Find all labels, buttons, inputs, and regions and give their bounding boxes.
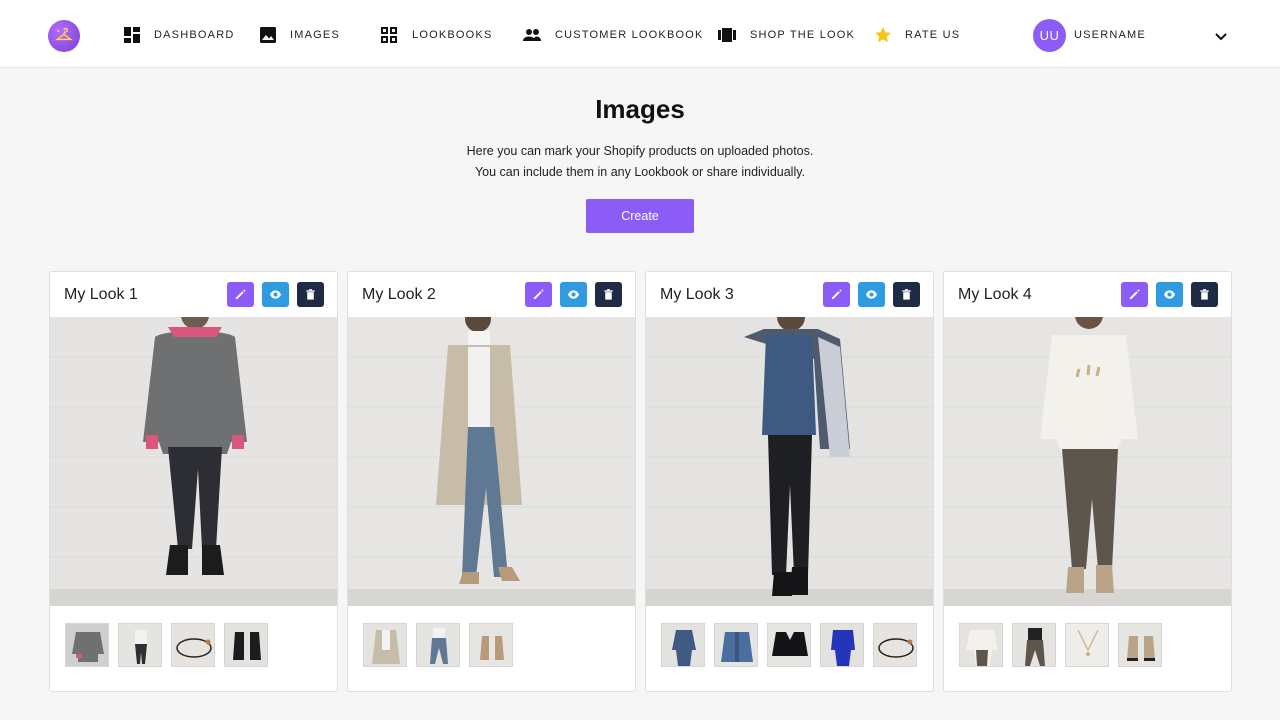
- trash-icon: [1200, 289, 1209, 300]
- eye-icon: [269, 290, 282, 299]
- nav-label: IMAGES: [290, 29, 340, 41]
- edit-button[interactable]: [823, 282, 850, 307]
- product-thumbnail[interactable]: [959, 623, 1003, 667]
- pencil-icon: [1129, 289, 1140, 300]
- pencil-icon: [533, 289, 544, 300]
- product-thumbnail[interactable]: [224, 623, 268, 667]
- pencil-icon: [235, 289, 246, 300]
- nav-rate-us[interactable]: RATE US: [873, 24, 959, 46]
- look-photo[interactable]: [646, 317, 933, 606]
- delete-button[interactable]: [893, 282, 920, 307]
- nav-lookbooks[interactable]: LOOKBOOKS: [379, 24, 491, 46]
- look-title: My Look 4: [958, 286, 1032, 303]
- nav-label: CUSTOMER LOOKBOOK: [555, 29, 704, 41]
- look-card: My Look 2: [347, 271, 636, 692]
- people-icon: [522, 25, 542, 45]
- product-thumbnail[interactable]: [1065, 623, 1109, 667]
- edit-button[interactable]: [1121, 282, 1148, 307]
- look-title: My Look 3: [660, 286, 734, 303]
- product-thumbnail[interactable]: [416, 623, 460, 667]
- nav-customer-lookbook[interactable]: CUSTOMER LOOKBOOK: [522, 24, 702, 46]
- delete-button[interactable]: [297, 282, 324, 307]
- product-thumbnails: [363, 623, 513, 667]
- eye-icon: [865, 290, 878, 299]
- look-photo[interactable]: [348, 317, 635, 606]
- dashboard-icon: [122, 25, 142, 45]
- product-thumbnail[interactable]: [363, 623, 407, 667]
- edit-button[interactable]: [227, 282, 254, 307]
- top-navigation: DASHBOARD IMAGES LOOKBOOKS CUSTOMER LOOK…: [0, 0, 1280, 68]
- nav-label: LOOKBOOKS: [412, 29, 493, 41]
- nav-shop-the-look[interactable]: SHOP THE LOOK: [717, 24, 854, 46]
- eye-icon: [1163, 290, 1176, 299]
- delete-button[interactable]: [1191, 282, 1218, 307]
- look-card: My Look 1: [49, 271, 338, 692]
- edit-button[interactable]: [525, 282, 552, 307]
- product-thumbnail[interactable]: [1118, 623, 1162, 667]
- product-thumbnail[interactable]: [714, 623, 758, 667]
- product-thumbnail[interactable]: [767, 623, 811, 667]
- look-card: My Look 4: [943, 271, 1232, 692]
- look-photo[interactable]: [50, 317, 337, 606]
- nav-label: DASHBOARD: [154, 29, 235, 41]
- pencil-icon: [831, 289, 842, 300]
- star-icon: [873, 25, 893, 45]
- trash-icon: [604, 289, 613, 300]
- app-logo[interactable]: [48, 20, 80, 52]
- view-button[interactable]: [858, 282, 885, 307]
- username-label[interactable]: USERNAME: [1074, 29, 1146, 41]
- product-thumbnails: [65, 623, 268, 667]
- grid-icon: [379, 25, 399, 45]
- look-card: My Look 3: [645, 271, 934, 692]
- page-subtitle-line-1: Here you can mark your Shopify products …: [466, 144, 814, 158]
- product-thumbnail[interactable]: [661, 623, 705, 667]
- product-thumbnail[interactable]: [873, 623, 917, 667]
- trash-icon: [902, 289, 911, 300]
- look-title: My Look 2: [362, 286, 436, 303]
- page-title: Images: [595, 94, 685, 124]
- image-icon: [258, 25, 278, 45]
- nav-dashboard[interactable]: DASHBOARD: [122, 24, 233, 46]
- eye-icon: [567, 290, 580, 299]
- hanger-logo-icon: [55, 27, 73, 41]
- product-thumbnails: [661, 623, 917, 667]
- nav-label: RATE US: [905, 29, 961, 41]
- carousel-icon: [717, 25, 737, 45]
- delete-button[interactable]: [595, 282, 622, 307]
- look-title: My Look 1: [64, 286, 138, 303]
- view-button[interactable]: [262, 282, 289, 307]
- nav-label: SHOP THE LOOK: [750, 29, 856, 41]
- product-thumbnail[interactable]: [1012, 623, 1056, 667]
- product-thumbnails: [959, 623, 1162, 667]
- product-thumbnail[interactable]: [171, 623, 215, 667]
- product-thumbnail[interactable]: [118, 623, 162, 667]
- view-button[interactable]: [560, 282, 587, 307]
- chevron-down-icon[interactable]: [1213, 28, 1229, 44]
- product-thumbnail[interactable]: [65, 623, 109, 667]
- product-thumbnail[interactable]: [820, 623, 864, 667]
- view-button[interactable]: [1156, 282, 1183, 307]
- nav-images[interactable]: IMAGES: [258, 24, 339, 46]
- product-thumbnail[interactable]: [469, 623, 513, 667]
- avatar[interactable]: UU: [1033, 19, 1066, 52]
- look-photo[interactable]: [944, 317, 1231, 606]
- trash-icon: [306, 289, 315, 300]
- create-button[interactable]: Create: [586, 199, 694, 233]
- page-subtitle-line-2: You can include them in any Lookbook or …: [474, 165, 806, 179]
